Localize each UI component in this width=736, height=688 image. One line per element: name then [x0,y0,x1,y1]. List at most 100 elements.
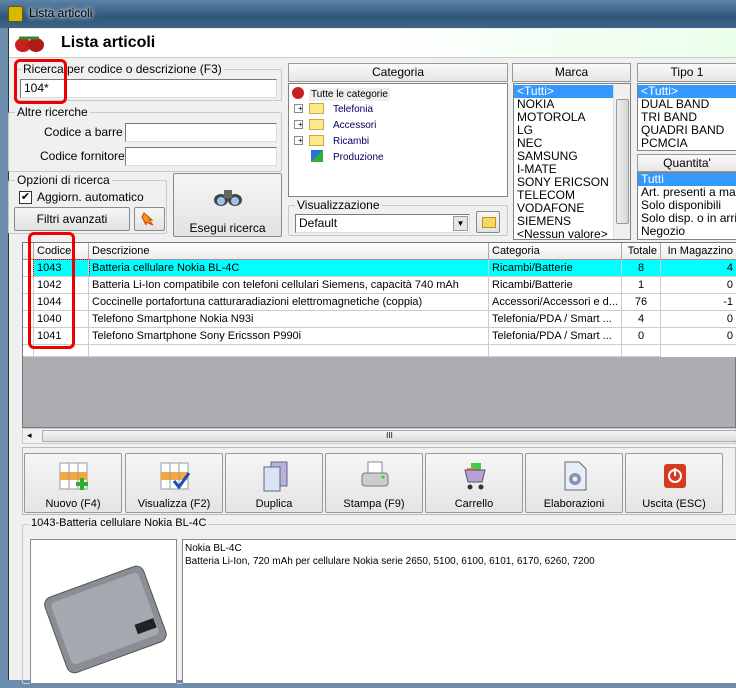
scroll-thumb[interactable]: III [42,430,736,442]
col-descrizione[interactable]: Descrizione [89,243,489,260]
quantity-item[interactable]: Negozio [638,225,736,238]
articles-grid[interactable]: Codice Descrizione Categoria Totale In M… [22,242,736,428]
auto-update-label: Aggiorn. automatico [37,190,144,204]
run-search-button[interactable]: Esegui ricerca [173,173,282,237]
duplicate-button[interactable]: Duplica [225,453,323,513]
scroll-thumb[interactable] [616,99,629,224]
tree-item-accessori[interactable]: Accessori [330,119,376,132]
col-in-magazzino[interactable]: In Magazzino [661,243,736,260]
supplier-code-label: Codice fornitore : [40,149,132,163]
quantity-header: Quantita' [637,154,736,172]
category-header: Categoria [288,63,508,82]
power-icon [664,464,686,488]
expand-icon[interactable]: + [294,120,303,129]
view-label: Visualizza (F2) [137,498,211,510]
battery-image-icon [44,565,167,674]
category-tree[interactable]: Tutte le categorie + Telefonia + Accesso… [288,83,508,197]
table-cell: 4 [661,260,736,277]
chevron-down-icon[interactable]: ▼ [453,216,468,231]
binoculars-icon [214,190,242,206]
arrow-icon [141,212,154,226]
product-image [30,539,177,684]
col-categoria[interactable]: Categoria [489,243,622,260]
table-row[interactable]: 1042 Batteria Li-Ion compatibile con tele… [23,277,736,294]
folder-icon [309,119,324,130]
table-cell: Ricambi/Batterie [489,277,622,294]
table-row[interactable]: 1041 Telefono Smartphone Sony Ericsson P9… [23,328,736,345]
grid-header-row: Codice Descrizione Categoria Totale In M… [23,243,736,260]
brand-item[interactable]: <Nessun valore> [514,228,614,240]
print-button[interactable]: Stampa (F9) [325,453,423,513]
advanced-filters-button[interactable]: Filtri avanzati [14,207,130,231]
strawberry-icon [292,87,304,99]
table-cell: 1 [622,277,661,294]
cart-label: Carrello [454,498,494,510]
quantity-list[interactable]: TuttiArt. presenti a magaSolo disponibil… [637,172,736,240]
table-row[interactable]: 1043 Batteria cellulare Nokia BL-4C Ricamb… [23,259,736,278]
exit-label: Uscita (ESC) [642,498,706,510]
folder-icon [309,135,324,146]
table-cell: Batteria Li-Ion compatibile con telefoni… [89,277,489,294]
clear-filters-button[interactable] [134,207,165,231]
app-icon [8,6,23,22]
header-panel: Lista articoli [9,29,736,58]
other-search-label: Altre ricerche [15,105,90,119]
table-cell: Telefono Smartphone Nokia N93i [89,311,489,328]
product-name: Nokia BL-4C [185,543,242,554]
auto-update-checkbox[interactable]: ✔ [19,191,32,204]
brand-list[interactable]: <Tutti> NOKIA MOTOROLA LG NEC SAMSUNG I-MATE SO… [513,83,631,240]
cart-button[interactable]: Carrello [425,453,523,513]
folder-icon [309,103,324,114]
new-label: Nuovo (F4) [45,498,101,510]
table-row[interactable]: 1040 Telefono Smartphone Nokia N93i Telefo… [23,311,736,328]
strawberry-logo-icon [13,34,47,52]
horizontal-scrollbar[interactable]: ◂ III [22,428,736,444]
table-cell: 8 [622,260,661,277]
view-group-label: Visualizzazione [295,198,382,212]
production-icon [311,150,323,162]
view-button[interactable]: Visualizza (F2) [125,453,223,513]
folder-icon [482,217,496,228]
type1-item[interactable]: PCMCIA [638,137,736,150]
open-view-button[interactable] [476,211,500,233]
window-title: Lista articoli [29,6,93,20]
grid-empty-row [23,345,736,357]
view-select[interactable]: Default ▼ [295,214,470,233]
view-selected-value: Default [299,216,338,230]
table-cell: 0 [661,277,736,294]
duplicate-label: Duplica [255,498,293,510]
highlight-search [14,59,67,104]
table-cell: Batteria cellulare Nokia BL-4C [89,260,489,277]
cart-icon [464,463,486,490]
table-cell: 0 [661,328,736,345]
expand-icon[interactable]: + [294,104,303,113]
brand-scrollbar[interactable] [613,84,630,239]
duplicate-icon [263,461,288,492]
tree-item-produzione[interactable]: Produzione [330,151,384,164]
col-totale[interactable]: Totale [622,243,661,260]
exit-button[interactable]: Uscita (ESC) [625,453,723,513]
type1-header: Tipo 1 [637,63,736,82]
table-cell: 76 [622,294,661,311]
new-button[interactable]: Nuovo (F4) [24,453,122,513]
tree-item-all[interactable]: Tutte le categorie [309,88,390,101]
type1-list[interactable]: <Tutti> DUAL BAND TRI BAND QUADRI BAND PCMCI… [637,83,736,151]
tree-item-ricambi[interactable]: Ricambi [330,135,369,148]
table-cell: Coccinelle portafortuna catturaradiazion… [89,294,489,311]
grid-add-icon [59,462,88,490]
title-bar: Lista articoli [0,0,736,28]
tree-item-telefonia[interactable]: Telefonia [330,103,373,116]
barcode-input[interactable] [125,123,277,142]
table-row[interactable]: 1044 Coccinelle portafortuna catturaradia… [23,294,736,311]
table-cell: Telefonia/PDA / Smart ... [489,311,622,328]
print-label: Stampa (F9) [343,498,405,510]
scroll-left-icon[interactable]: ◂ [27,430,32,441]
table-cell: Ricambi/Batterie [489,260,622,277]
supplier-code-input[interactable] [125,147,277,166]
expand-icon[interactable]: + [294,136,303,145]
run-search-label: Esegui ricerca [189,221,266,235]
barcode-label: Codice a barre : [44,125,130,139]
table-cell: Telefonia/PDA / Smart ... [489,328,622,345]
table-cell: Telefono Smartphone Sony Ericsson P990i [89,328,489,345]
processing-button[interactable]: Elaborazioni [525,453,623,513]
